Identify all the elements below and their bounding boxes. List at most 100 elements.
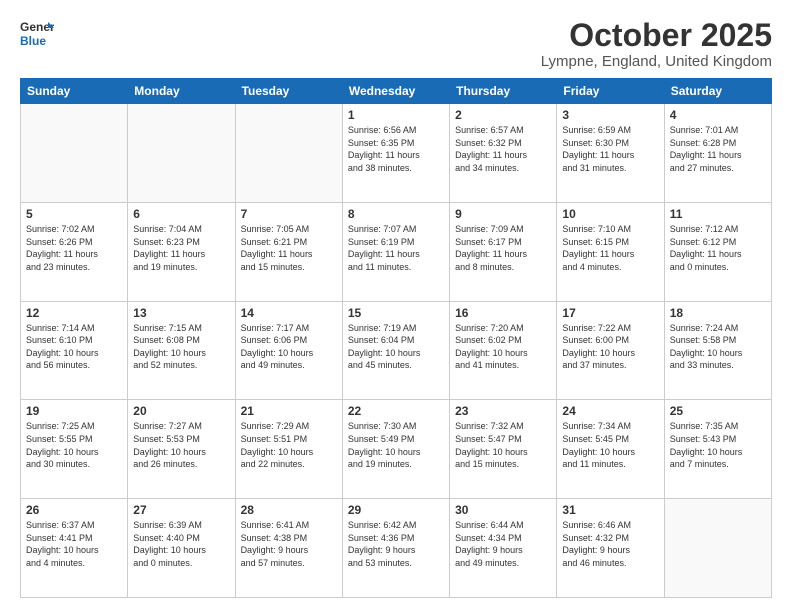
day-number: 16 <box>455 306 551 320</box>
day-info: Sunrise: 6:37 AM Sunset: 4:41 PM Dayligh… <box>26 519 122 569</box>
logo-svg: General Blue <box>20 18 54 54</box>
day-number: 9 <box>455 207 551 221</box>
cell-w3-d5: 16 Sunrise: 7:20 AM Sunset: 6:02 PM Dayli… <box>450 301 557 400</box>
days-header-row: Sunday Monday Tuesday Wednesday Thursday… <box>21 79 772 104</box>
day-number: 17 <box>562 306 658 320</box>
day-number: 18 <box>670 306 766 320</box>
cell-w5-d4: 29Sunrise: 6:42 AM Sunset: 4:36 PM Dayli… <box>342 499 449 598</box>
cell-w4-d6: 24Sunrise: 7:34 AM Sunset: 5:45 PM Dayli… <box>557 400 664 499</box>
day-info: Sunrise: 7:02 AM Sunset: 6:26 PM Dayligh… <box>26 223 122 273</box>
week-row-2: 5 Sunrise: 7:02 AM Sunset: 6:26 PM Daylig… <box>21 202 772 301</box>
cell-w4-d3: 21 Sunrise: 7:29 AM Sunset: 5:51 PM Dayli… <box>235 400 342 499</box>
day-number: 31 <box>562 503 658 517</box>
week-row-3: 12 Sunrise: 7:14 AM Sunset: 6:10 PM Dayli… <box>21 301 772 400</box>
day-info: Sunrise: 7:05 AM Sunset: 6:21 PM Dayligh… <box>241 223 337 273</box>
day-number: 14 <box>241 306 337 320</box>
day-info: Sunrise: 7:32 AM Sunset: 5:47 PM Dayligh… <box>455 420 551 470</box>
header-sunday: Sunday <box>21 79 128 104</box>
day-info: Sunrise: 7:15 AM Sunset: 6:08 PM Dayligh… <box>133 322 229 372</box>
week-row-4: 19 Sunrise: 7:25 AM Sunset: 5:55 PM Dayli… <box>21 400 772 499</box>
day-number: 8 <box>348 207 444 221</box>
day-info: Sunrise: 7:22 AM Sunset: 6:00 PM Dayligh… <box>562 322 658 372</box>
cell-w2-d3: 7Sunrise: 7:05 AM Sunset: 6:21 PM Daylig… <box>235 202 342 301</box>
day-info: Sunrise: 7:09 AM Sunset: 6:17 PM Dayligh… <box>455 223 551 273</box>
day-number: 28 <box>241 503 337 517</box>
cell-w4-d7: 25 Sunrise: 7:35 AM Sunset: 5:43 PM Dayli… <box>664 400 771 499</box>
cell-w3-d1: 12 Sunrise: 7:14 AM Sunset: 6:10 PM Dayli… <box>21 301 128 400</box>
cell-w5-d2: 27Sunrise: 6:39 AM Sunset: 4:40 PM Dayli… <box>128 499 235 598</box>
day-number: 11 <box>670 207 766 221</box>
calendar-subtitle: Lympne, England, United Kingdom <box>541 53 772 70</box>
cell-w5-d5: 30 Sunrise: 6:44 AM Sunset: 4:34 PM Dayli… <box>450 499 557 598</box>
day-number: 3 <box>562 108 658 122</box>
page: General Blue October 2025 Lympne, Englan… <box>0 0 792 612</box>
day-number: 24 <box>562 404 658 418</box>
day-number: 21 <box>241 404 337 418</box>
day-number: 2 <box>455 108 551 122</box>
cell-w1-d1 <box>21 104 128 203</box>
day-number: 30 <box>455 503 551 517</box>
cell-w2-d7: 11 Sunrise: 7:12 AM Sunset: 6:12 PM Dayli… <box>664 202 771 301</box>
header-saturday: Saturday <box>664 79 771 104</box>
day-info: Sunrise: 6:44 AM Sunset: 4:34 PM Dayligh… <box>455 519 551 569</box>
day-info: Sunrise: 7:35 AM Sunset: 5:43 PM Dayligh… <box>670 420 766 470</box>
day-info: Sunrise: 6:57 AM Sunset: 6:32 PM Dayligh… <box>455 124 551 174</box>
day-info: Sunrise: 7:07 AM Sunset: 6:19 PM Dayligh… <box>348 223 444 273</box>
cell-w5-d6: 31 Sunrise: 6:46 AM Sunset: 4:32 PM Dayli… <box>557 499 664 598</box>
header-wednesday: Wednesday <box>342 79 449 104</box>
cell-w2-d4: 8 Sunrise: 7:07 AM Sunset: 6:19 PM Daylig… <box>342 202 449 301</box>
svg-text:Blue: Blue <box>20 34 46 48</box>
day-number: 1 <box>348 108 444 122</box>
cell-w3-d6: 17 Sunrise: 7:22 AM Sunset: 6:00 PM Dayli… <box>557 301 664 400</box>
cell-w5-d1: 26Sunrise: 6:37 AM Sunset: 4:41 PM Dayli… <box>21 499 128 598</box>
cell-w2-d6: 10 Sunrise: 7:10 AM Sunset: 6:15 PM Dayli… <box>557 202 664 301</box>
day-number: 19 <box>26 404 122 418</box>
day-number: 15 <box>348 306 444 320</box>
title-block: October 2025 Lympne, England, United Kin… <box>541 18 772 70</box>
day-number: 13 <box>133 306 229 320</box>
day-number: 10 <box>562 207 658 221</box>
cell-w2-d5: 9 Sunrise: 7:09 AM Sunset: 6:17 PM Daylig… <box>450 202 557 301</box>
cell-w1-d7: 4 Sunrise: 7:01 AM Sunset: 6:28 PM Daylig… <box>664 104 771 203</box>
day-info: Sunrise: 7:12 AM Sunset: 6:12 PM Dayligh… <box>670 223 766 273</box>
cell-w1-d3 <box>235 104 342 203</box>
day-number: 5 <box>26 207 122 221</box>
logo: General Blue <box>20 18 54 54</box>
cell-w2-d2: 6Sunrise: 7:04 AM Sunset: 6:23 PM Daylig… <box>128 202 235 301</box>
day-number: 4 <box>670 108 766 122</box>
cell-w5-d3: 28Sunrise: 6:41 AM Sunset: 4:38 PM Dayli… <box>235 499 342 598</box>
header-friday: Friday <box>557 79 664 104</box>
calendar-table: Sunday Monday Tuesday Wednesday Thursday… <box>20 78 772 598</box>
day-info: Sunrise: 7:20 AM Sunset: 6:02 PM Dayligh… <box>455 322 551 372</box>
cell-w4-d4: 22 Sunrise: 7:30 AM Sunset: 5:49 PM Dayli… <box>342 400 449 499</box>
day-info: Sunrise: 7:25 AM Sunset: 5:55 PM Dayligh… <box>26 420 122 470</box>
cell-w2-d1: 5 Sunrise: 7:02 AM Sunset: 6:26 PM Daylig… <box>21 202 128 301</box>
day-info: Sunrise: 7:30 AM Sunset: 5:49 PM Dayligh… <box>348 420 444 470</box>
header-tuesday: Tuesday <box>235 79 342 104</box>
cell-w1-d2 <box>128 104 235 203</box>
day-info: Sunrise: 7:01 AM Sunset: 6:28 PM Dayligh… <box>670 124 766 174</box>
calendar-title: October 2025 <box>541 18 772 53</box>
day-info: Sunrise: 7:29 AM Sunset: 5:51 PM Dayligh… <box>241 420 337 470</box>
day-info: Sunrise: 6:46 AM Sunset: 4:32 PM Dayligh… <box>562 519 658 569</box>
day-number: 6 <box>133 207 229 221</box>
day-info: Sunrise: 6:39 AM Sunset: 4:40 PM Dayligh… <box>133 519 229 569</box>
cell-w3-d4: 15Sunrise: 7:19 AM Sunset: 6:04 PM Dayli… <box>342 301 449 400</box>
day-number: 22 <box>348 404 444 418</box>
header-thursday: Thursday <box>450 79 557 104</box>
day-number: 12 <box>26 306 122 320</box>
day-info: Sunrise: 6:59 AM Sunset: 6:30 PM Dayligh… <box>562 124 658 174</box>
day-info: Sunrise: 7:10 AM Sunset: 6:15 PM Dayligh… <box>562 223 658 273</box>
day-number: 25 <box>670 404 766 418</box>
day-info: Sunrise: 7:27 AM Sunset: 5:53 PM Dayligh… <box>133 420 229 470</box>
header-monday: Monday <box>128 79 235 104</box>
cell-w4-d1: 19 Sunrise: 7:25 AM Sunset: 5:55 PM Dayli… <box>21 400 128 499</box>
day-info: Sunrise: 7:24 AM Sunset: 5:58 PM Dayligh… <box>670 322 766 372</box>
week-row-1: 1Sunrise: 6:56 AM Sunset: 6:35 PM Daylig… <box>21 104 772 203</box>
day-info: Sunrise: 6:42 AM Sunset: 4:36 PM Dayligh… <box>348 519 444 569</box>
header: General Blue October 2025 Lympne, Englan… <box>20 18 772 70</box>
cell-w4-d5: 23Sunrise: 7:32 AM Sunset: 5:47 PM Dayli… <box>450 400 557 499</box>
day-info: Sunrise: 7:14 AM Sunset: 6:10 PM Dayligh… <box>26 322 122 372</box>
day-info: Sunrise: 7:17 AM Sunset: 6:06 PM Dayligh… <box>241 322 337 372</box>
cell-w1-d5: 2 Sunrise: 6:57 AM Sunset: 6:32 PM Daylig… <box>450 104 557 203</box>
